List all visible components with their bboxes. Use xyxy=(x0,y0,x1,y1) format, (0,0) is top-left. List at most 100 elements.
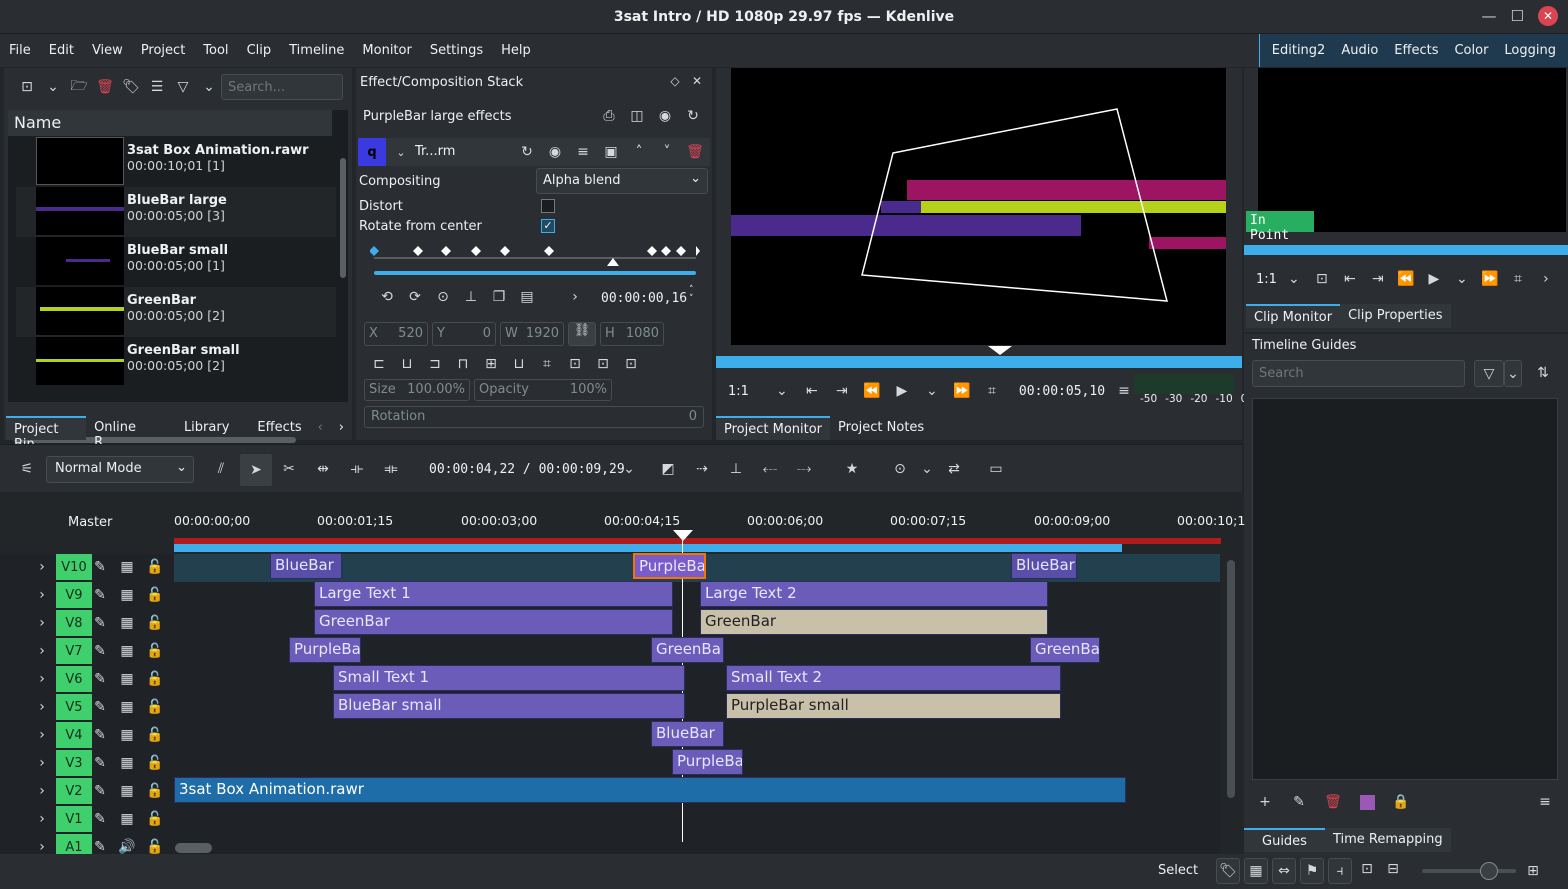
set-out-icon[interactable]: ⇥ xyxy=(831,380,853,402)
tab-project-bin[interactable]: Project Bin xyxy=(6,416,87,452)
film-icon[interactable]: ▦ xyxy=(116,724,138,746)
snap-icon[interactable]: ⇔ xyxy=(1272,858,1296,884)
clip-v3-purplebar[interactable]: PurpleBa xyxy=(672,749,743,775)
save-stack-icon[interactable]: ⎙ xyxy=(598,105,620,127)
transform-frame[interactable] xyxy=(731,68,1226,345)
track-name[interactable]: V5 xyxy=(56,694,92,720)
menu-timeline[interactable]: Timeline xyxy=(280,34,353,67)
clip-v10-bluebar-1[interactable]: BlueBar xyxy=(270,553,342,579)
rotation-field[interactable]: Rotation 0 xyxy=(364,406,704,428)
spacer-icon[interactable]: ⫽ xyxy=(210,458,232,480)
chevron-right-icon[interactable]: › xyxy=(564,286,586,308)
bin-search-input[interactable] xyxy=(221,74,343,100)
add-guide-icon[interactable]: + xyxy=(1254,791,1276,813)
menu-edit[interactable]: Edit xyxy=(40,34,83,67)
chevron-down-icon[interactable]: ⌄ xyxy=(1504,360,1522,387)
rewind-icon[interactable]: ⏪ xyxy=(861,380,883,402)
edit-track-icon[interactable]: ✎ xyxy=(89,556,111,578)
float-icon[interactable]: ◇ xyxy=(664,70,686,92)
track-name[interactable]: V3 xyxy=(56,750,92,776)
track-name[interactable]: V10 xyxy=(56,554,92,580)
list-item[interactable]: GreenBar 00:00:05;00 [2] xyxy=(16,287,336,337)
crop-icon[interactable]: ⌗ xyxy=(1507,268,1529,290)
paste-icon[interactable]: ▤ xyxy=(516,286,538,308)
lock-icon[interactable]: 🔓 xyxy=(144,808,166,830)
eye-icon[interactable]: ◉ xyxy=(654,105,676,127)
chevron-right-icon[interactable]: › xyxy=(331,416,352,440)
prev-keyframe-icon[interactable]: ⟲ xyxy=(376,286,398,308)
set-in-icon[interactable]: ⇤ xyxy=(801,380,823,402)
lock-icon[interactable]: 🔓 xyxy=(144,556,166,578)
list-view-icon[interactable]: ☰ xyxy=(146,76,168,98)
tab-guides[interactable]: Guides xyxy=(1244,828,1325,852)
maximize-icon[interactable]: ☐ xyxy=(1511,7,1524,25)
minimize-icon[interactable]: — xyxy=(1482,7,1497,25)
edit-track-icon[interactable]: ✎ xyxy=(89,668,111,690)
clip-zoom-value[interactable]: 1:1 xyxy=(1256,272,1277,287)
menu-tool[interactable]: Tool xyxy=(194,34,237,67)
film-icon[interactable]: ▦ xyxy=(116,668,138,690)
clip-monitor-ruler[interactable] xyxy=(1244,245,1568,255)
zoom-in-icon[interactable]: ⊞ xyxy=(1522,860,1544,882)
track-name[interactable]: V9 xyxy=(56,582,92,608)
master-label[interactable]: Master xyxy=(68,515,112,530)
clip-v10-purplebar[interactable]: PurpleBa xyxy=(633,553,706,579)
split-icon[interactable]: ⫞ xyxy=(1328,858,1352,884)
align-top-icon[interactable]: ⊓ xyxy=(452,353,474,375)
guides-search-input[interactable] xyxy=(1252,360,1465,387)
layout-logging[interactable]: Logging xyxy=(1496,34,1564,67)
move-up-icon[interactable]: ˄ xyxy=(628,141,650,163)
chevron-down-icon[interactable]: ⌄ xyxy=(916,458,938,480)
chevron-down-icon[interactable]: ⌄ xyxy=(921,380,943,402)
monitor-timecode[interactable]: 00:00:05,10 xyxy=(1019,384,1105,399)
edit-track-icon[interactable]: ✎ xyxy=(89,780,111,802)
select-tool-icon[interactable]: ➤ xyxy=(240,454,272,486)
link-icon[interactable]: ⛓ xyxy=(568,322,596,346)
zoom-out-icon[interactable]: ⊟ xyxy=(1382,858,1404,880)
zoom-slider-handle[interactable] xyxy=(1480,862,1498,880)
expand-track-icon[interactable]: › xyxy=(31,808,53,830)
chevron-down-icon[interactable]: ⌄ xyxy=(618,458,640,480)
layout-audio[interactable]: Audio xyxy=(1333,34,1386,67)
zoom-slider[interactable] xyxy=(1422,862,1516,880)
track-name[interactable]: V1 xyxy=(56,806,92,832)
film-icon[interactable]: ▦ xyxy=(116,640,138,662)
filter-icon[interactable]: ▽ xyxy=(1474,360,1504,387)
compositing-select[interactable]: Alpha blend ⌄ xyxy=(536,168,708,194)
clip-v9-large-text-2[interactable]: Large Text 2 xyxy=(700,581,1048,607)
set-in-icon[interactable]: ⇤ xyxy=(1339,268,1361,290)
monitor-ruler[interactable] xyxy=(716,356,1242,368)
delete-icon[interactable]: 🗑 xyxy=(94,76,116,98)
zoom-value[interactable]: 1:1 xyxy=(728,384,749,399)
lock-icon[interactable]: 🔓 xyxy=(144,584,166,606)
x-field[interactable]: X 520 xyxy=(364,322,428,346)
star-icon[interactable]: ★ xyxy=(841,458,863,480)
menu-settings[interactable]: Settings xyxy=(421,34,492,67)
menu-view[interactable]: View xyxy=(83,34,132,67)
clip-v10-bluebar-2[interactable]: BlueBar xyxy=(1011,553,1077,579)
list-item[interactable]: BlueBar large 00:00:05;00 [3] xyxy=(16,187,336,237)
edit-track-icon[interactable]: ✎ xyxy=(89,724,111,746)
track-name[interactable]: V2 xyxy=(56,778,92,804)
chevron-down-icon[interactable]: ⌄ xyxy=(1451,268,1473,290)
expand-track-icon[interactable]: › xyxy=(31,556,53,578)
extract-icon[interactable]: ⤏ xyxy=(793,458,815,480)
keyframe-track[interactable] xyxy=(370,238,700,278)
clip-v7-purplebar[interactable]: PurpleBa xyxy=(289,637,361,663)
clip-v7-greenbar-1[interactable]: GreenBa xyxy=(651,637,724,663)
subtitle-icon[interactable]: ▭ xyxy=(985,458,1007,480)
zoom-fit-icon[interactable]: ⊡ xyxy=(1356,858,1378,880)
distort-checkbox[interactable] xyxy=(541,199,555,213)
track-name[interactable]: V6 xyxy=(56,666,92,692)
add-clip-icon[interactable]: ⊡ xyxy=(16,76,38,98)
slip-icon[interactable]: ⟛ xyxy=(346,458,368,480)
color-icon[interactable] xyxy=(1356,791,1378,813)
overwrite-icon[interactable]: ⊥ xyxy=(725,458,747,480)
film-icon[interactable]: ▦ xyxy=(116,556,138,578)
clip-v8-greenbar-1[interactable]: GreenBar xyxy=(314,609,673,635)
split-compare-icon[interactable]: ◫ xyxy=(626,105,648,127)
copy-icon[interactable]: ❐ xyxy=(488,286,510,308)
fit-height-icon[interactable]: ⊡ xyxy=(592,353,614,375)
edit-track-icon[interactable]: ✎ xyxy=(89,752,111,774)
chevron-down-icon[interactable]: ⌄ xyxy=(198,76,220,98)
